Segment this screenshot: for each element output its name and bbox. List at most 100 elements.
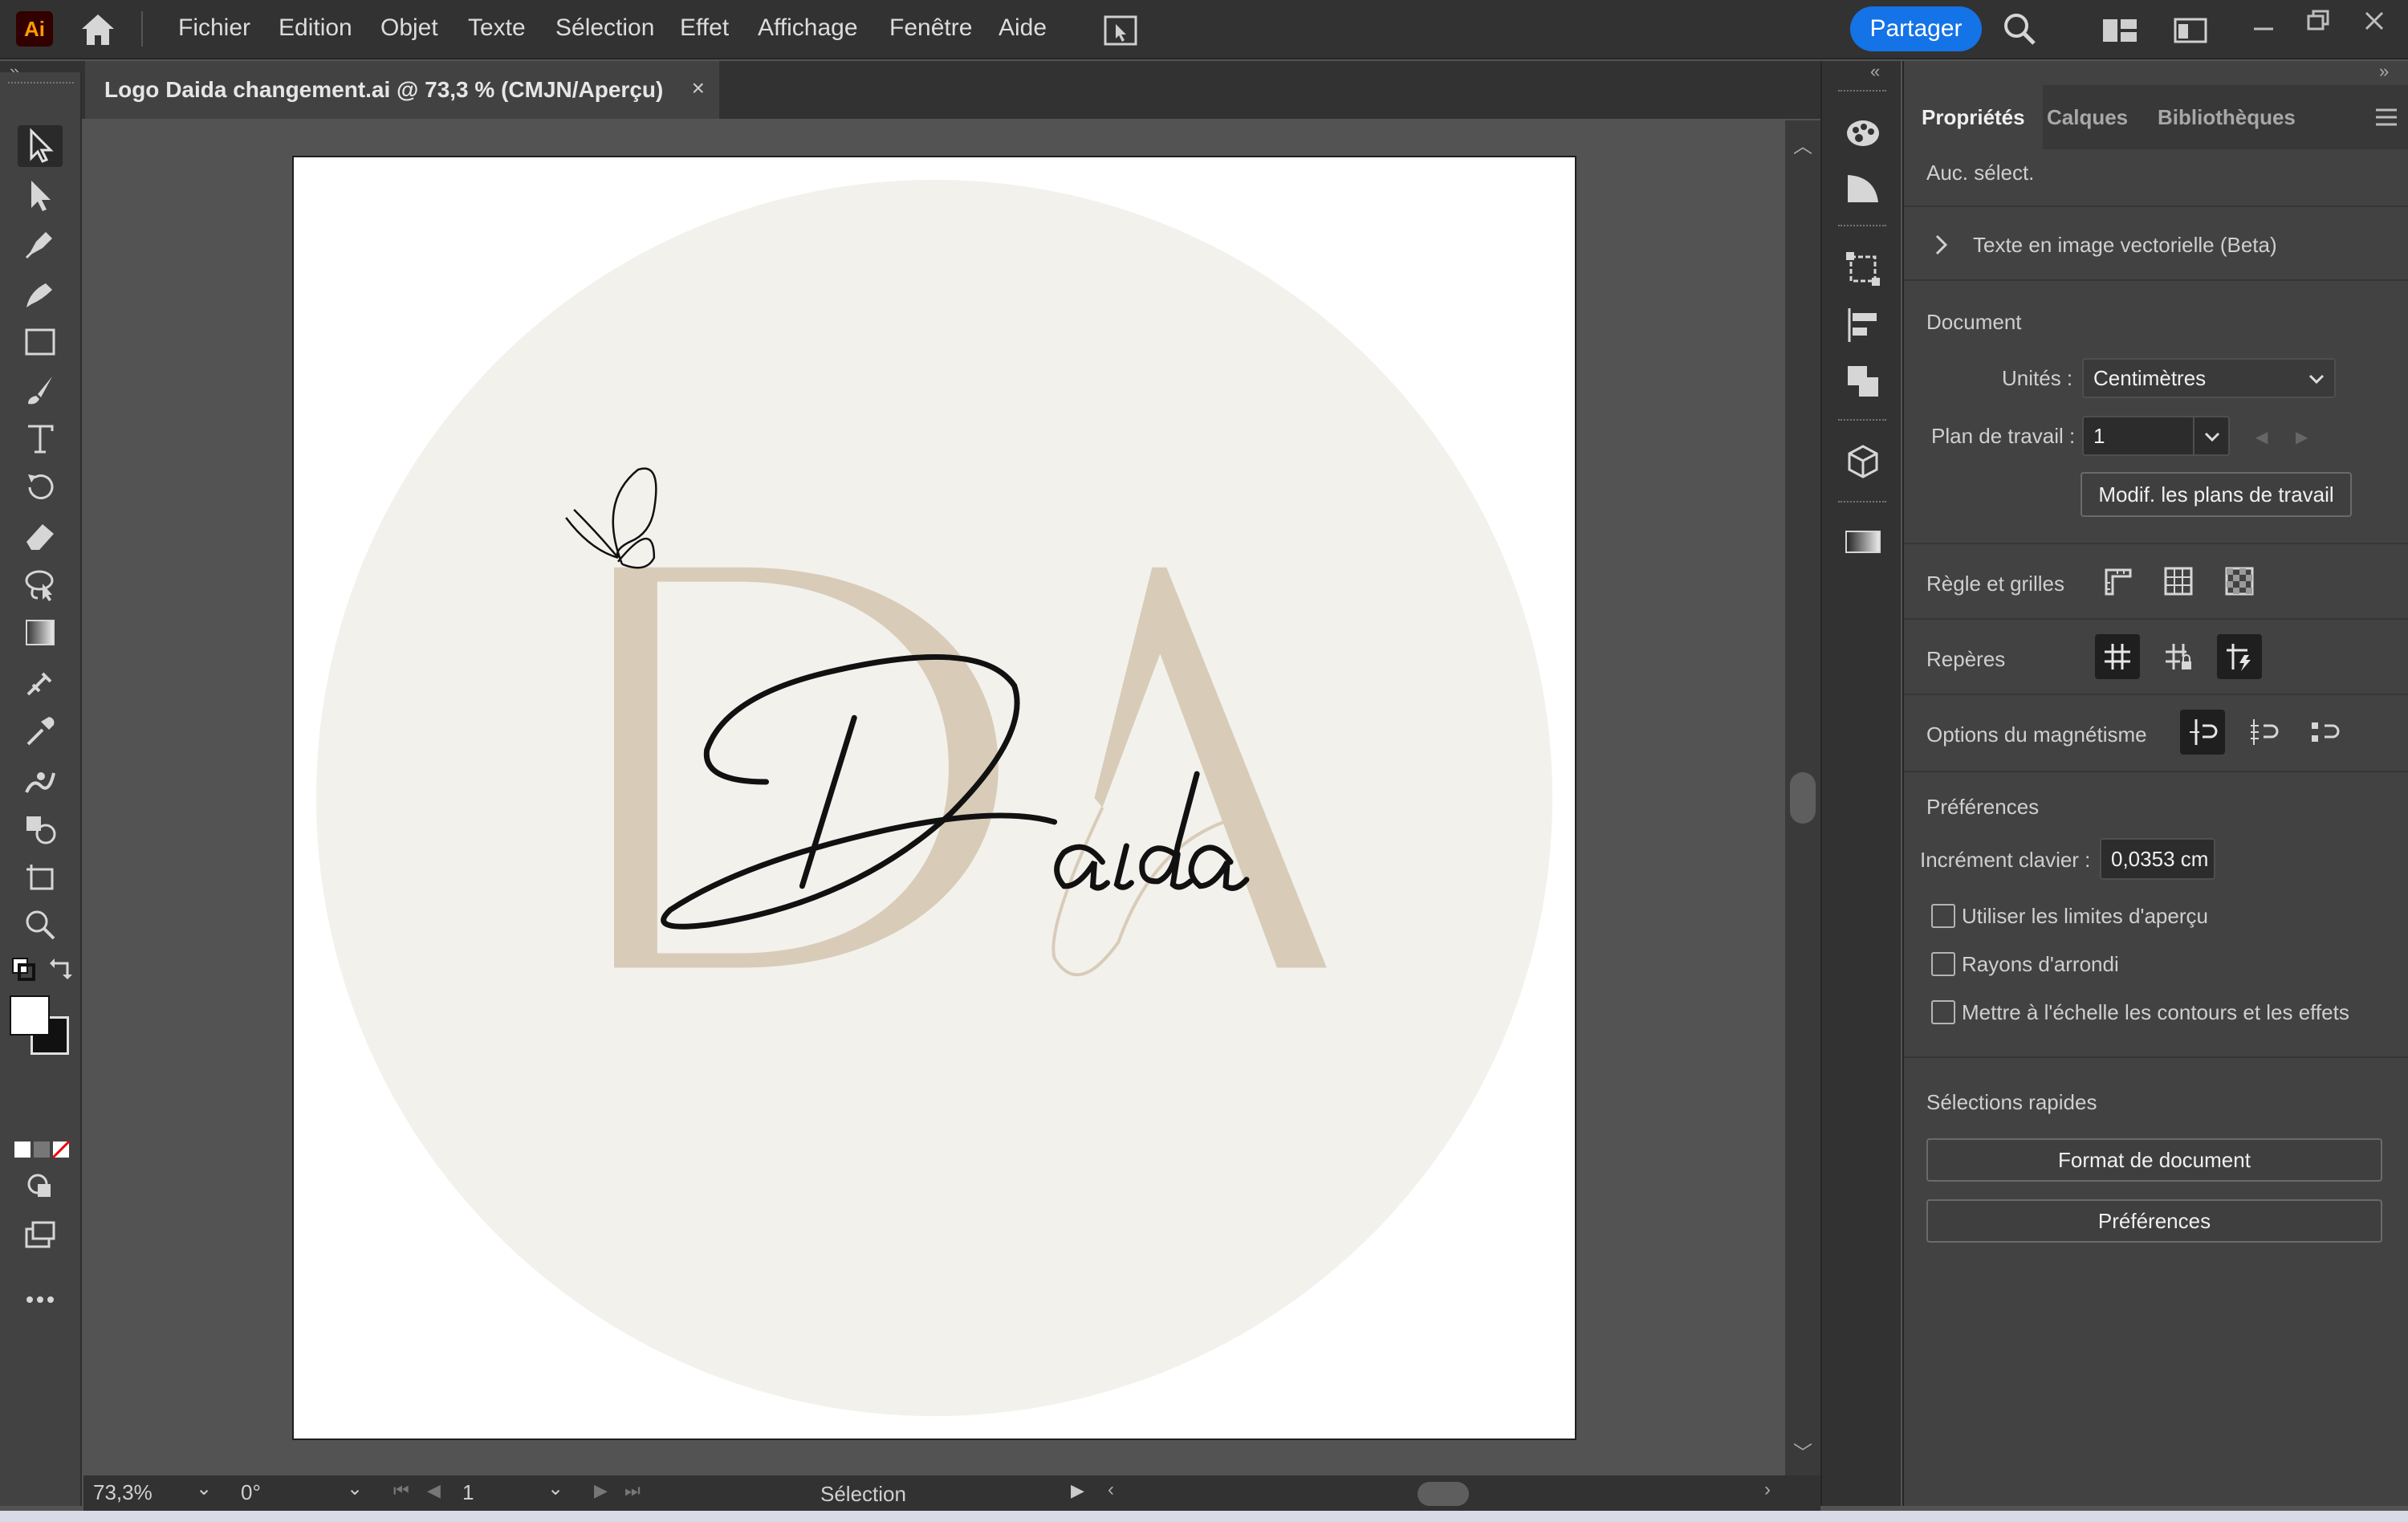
status-menu-arrow-icon[interactable]: ▶ [1071, 1480, 1084, 1501]
preferences-button[interactable]: Préférences [1926, 1199, 2382, 1243]
selection-tool-icon[interactable] [18, 125, 63, 167]
next-artboard-icon[interactable]: ▶ [594, 1480, 608, 1501]
menu-fichier[interactable]: Fichier [178, 14, 250, 42]
menu-fenetre[interactable]: Fenêtre [889, 14, 972, 42]
restore-icon[interactable] [2304, 6, 2333, 35]
snap-to-point-icon[interactable] [2180, 710, 2225, 755]
vertical-scrollbar[interactable]: ︿ ﹀ [1785, 120, 1820, 1475]
swap-colors-icon[interactable] [48, 955, 75, 983]
artboard-number-field[interactable]: 1 [462, 1480, 535, 1506]
align-panel-icon[interactable] [1840, 302, 1886, 348]
rotation-field[interactable]: 0° [241, 1480, 337, 1506]
pathfinder-panel-icon[interactable] [1840, 358, 1886, 405]
grid-icon[interactable] [2156, 559, 2201, 604]
draw-mode-icon[interactable] [18, 1166, 63, 1207]
previous-artboard-arrow-icon[interactable]: ◀ [2255, 427, 2268, 447]
minimize-icon[interactable] [2249, 14, 2278, 43]
arrange-documents-icon[interactable] [1103, 14, 1138, 47]
fill-stroke-swatches[interactable] [10, 995, 72, 1056]
search-icon[interactable] [2002, 11, 2037, 47]
snap-to-grid-icon[interactable] [2241, 710, 2286, 755]
dock-grip[interactable] [1838, 90, 1886, 93]
keyboard-increment-input[interactable]: 0,0353 cm [2100, 838, 2215, 880]
zoom-tool-icon[interactable] [18, 904, 63, 946]
gradient-tool-icon[interactable] [18, 612, 63, 653]
scroll-down-icon[interactable]: ﹀ [1793, 1437, 1812, 1465]
next-artboard-arrow-icon[interactable]: ▶ [2296, 427, 2308, 447]
horizontal-scrollbar[interactable]: ‹ › [1104, 1475, 1787, 1511]
artboard-tool-icon[interactable] [18, 856, 63, 897]
tab-libraries[interactable]: Bibliothèques [2140, 85, 2313, 149]
rotate-tool-icon[interactable] [18, 466, 63, 507]
color-panel-icon[interactable] [1840, 109, 1886, 156]
home-icon[interactable] [79, 11, 117, 48]
menu-effet[interactable]: Effet [680, 14, 729, 42]
units-select[interactable]: Centimètres [2082, 358, 2336, 398]
color-mode-buttons[interactable] [13, 1140, 71, 1159]
show-guides-icon[interactable] [2095, 634, 2140, 679]
collapse-dock-icon[interactable]: « [1870, 61, 1880, 82]
scale-strokes-checkbox[interactable] [1931, 1000, 1955, 1024]
artboard[interactable] [292, 156, 1576, 1440]
horizontal-scroll-thumb[interactable] [1418, 1482, 1469, 1506]
vertical-scroll-thumb[interactable] [1790, 772, 1816, 824]
smart-guides-icon[interactable] [2217, 634, 2262, 679]
previous-artboard-icon[interactable]: ◀ [427, 1480, 441, 1501]
lock-guides-icon[interactable] [2156, 634, 2201, 679]
snap-to-pixel-icon[interactable] [2302, 710, 2347, 755]
close-tab-icon[interactable]: × [692, 75, 705, 101]
dock-grip[interactable] [1838, 501, 1886, 504]
current-tool-label[interactable]: Sélection [820, 1482, 906, 1507]
mesh-tool-icon[interactable] [18, 661, 63, 703]
close-window-icon[interactable] [2360, 6, 2389, 35]
3d-panel-icon[interactable] [1840, 438, 1886, 485]
document-tab[interactable]: Logo Daida changement.ai @ 73,3 % (CMJN/… [85, 61, 719, 119]
direct-selection-tool-icon[interactable] [18, 175, 63, 217]
use-preview-bounds-checkbox[interactable] [1931, 904, 1955, 928]
vector-text-section-label[interactable]: Texte en image vectorielle (Beta) [1973, 233, 2277, 258]
shape-builder-tool-icon[interactable] [18, 808, 63, 849]
zoom-level-field[interactable]: 73,3% [93, 1480, 189, 1506]
curvature-tool-icon[interactable] [18, 273, 63, 315]
rectangle-tool-icon[interactable] [18, 321, 63, 363]
menu-edition[interactable]: Edition [279, 14, 352, 42]
paintbrush-tool-icon[interactable] [18, 369, 63, 411]
artboard-dropdown-icon[interactable]: ⌄ [547, 1477, 563, 1500]
puppet-warp-tool-icon[interactable] [18, 759, 63, 801]
transparency-grid-icon[interactable] [2217, 559, 2262, 604]
menu-selection[interactable]: Sélection [555, 14, 654, 42]
chevron-right-icon[interactable] [1933, 233, 1950, 257]
collapse-panel-icon[interactable]: » [2379, 61, 2389, 82]
more-tools-icon[interactable] [18, 1278, 63, 1320]
logo-artwork[interactable] [294, 157, 1575, 1439]
type-tool-icon[interactable] [18, 417, 63, 459]
transform-panel-icon[interactable] [1840, 246, 1886, 292]
workspace-switcher-icon[interactable] [2101, 16, 2138, 45]
edit-artboards-button[interactable]: Modif. les plans de travail [2081, 472, 2352, 517]
panel-menu-icon[interactable] [2374, 106, 2398, 128]
menu-aide[interactable]: Aide [999, 14, 1047, 42]
document-setup-button[interactable]: Format de document [1926, 1138, 2382, 1182]
dock-grip[interactable] [1838, 419, 1886, 422]
scroll-left-icon[interactable]: ‹ [1108, 1479, 1114, 1501]
tab-layers[interactable]: Calques [2029, 85, 2146, 149]
dock-grip[interactable] [1838, 225, 1886, 228]
menu-objet[interactable]: Objet [380, 14, 438, 42]
rotation-dropdown-icon[interactable]: ⌄ [347, 1477, 363, 1500]
pen-tool-icon[interactable] [18, 223, 63, 265]
toolbar-grip[interactable] [8, 82, 74, 85]
tab-properties[interactable]: Propriétés [1904, 85, 2043, 149]
last-artboard-icon[interactable]: ⏭ [624, 1480, 641, 1501]
zoom-dropdown-icon[interactable]: ⌄ [196, 1477, 212, 1500]
scroll-up-icon[interactable]: ︿ [1793, 130, 1812, 158]
lasso-tool-icon[interactable] [18, 564, 63, 605]
first-artboard-icon[interactable]: ⏮ [393, 1480, 409, 1501]
eyedropper-tool-icon[interactable] [18, 710, 63, 751]
fill-swatch[interactable] [10, 995, 50, 1036]
default-colors-icon[interactable] [10, 955, 37, 983]
screen-mode-icon[interactable] [18, 1214, 63, 1255]
appearance-panel-icon[interactable] [1840, 165, 1886, 212]
menu-texte[interactable]: Texte [468, 14, 526, 42]
corner-radius-checkbox[interactable] [1931, 952, 1955, 976]
panel-layout-icon[interactable] [2174, 16, 2207, 45]
